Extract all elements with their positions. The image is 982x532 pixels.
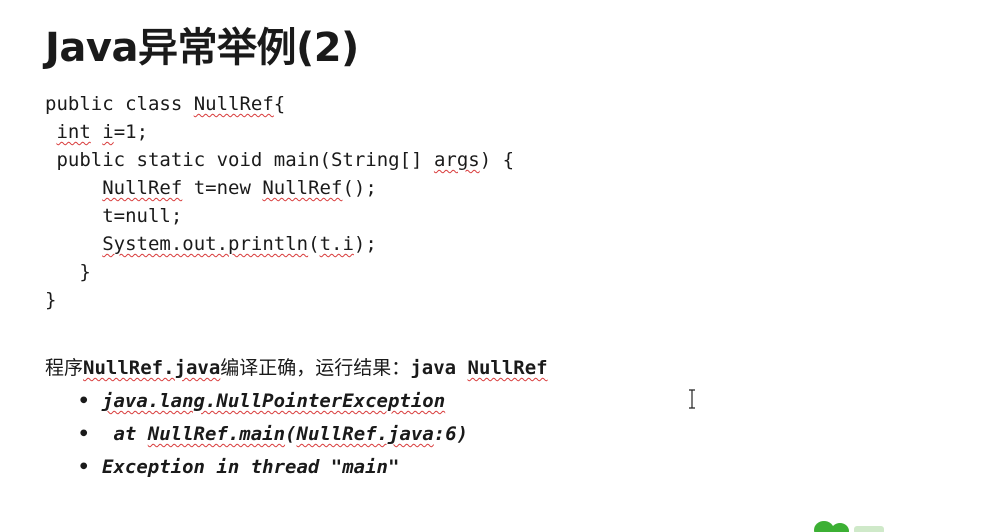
bullet-text: :6) (433, 423, 469, 445)
bullet-item: • Exception in thread "main" (78, 451, 468, 484)
code-line-5: t=null; (45, 205, 183, 227)
result-statement: 程序NullRef.java编译正确，运行结果：java NullRef (45, 354, 548, 382)
code-text-spellchecked: t.i (319, 233, 354, 255)
result-prefix: 程序 (45, 357, 84, 379)
code-text-spellchecked: System.out.println (102, 233, 309, 255)
code-text: ); (353, 233, 377, 255)
code-text: (); (342, 177, 377, 199)
bullet-text-spellchecked: NullRef.main (147, 423, 286, 445)
code-text: { (273, 93, 286, 115)
code-text: t=new (182, 177, 263, 199)
code-line-6: System.out.println(t.i); (45, 230, 514, 258)
slide-title: Java异常举例(2) (45, 25, 359, 71)
text-cursor-icon (689, 389, 695, 409)
code-block: public class NullRef{ int i=1; public st… (45, 90, 514, 314)
code-text: public static void main(String[] (45, 149, 434, 171)
code-text-spellchecked: int (56, 121, 91, 143)
code-text-spellchecked: NullRef (262, 177, 343, 199)
code-line-1: public class NullRef{ (45, 90, 514, 118)
code-text-spellchecked: NullRef (193, 93, 274, 115)
code-text-spellchecked: args (433, 149, 480, 171)
code-line-3: public static void main(String[] args) { (45, 146, 514, 174)
code-line-4: NullRef t=new NullRef(); (45, 174, 514, 202)
code-text-spellchecked: NullRef (102, 177, 183, 199)
bullet-text: Exception in thread "main" (102, 456, 400, 478)
result-middle: 编译正确，运行结果： (220, 357, 411, 379)
bullet-dot-icon: • (78, 423, 90, 445)
output-bullet-list: • java.lang.NullPointerException • at Nul… (78, 385, 468, 484)
code-line-8: } (45, 289, 57, 311)
bullet-item: • java.lang.NullPointerException (78, 385, 468, 418)
watermark-logo-icon (814, 521, 884, 532)
code-text: =1; (113, 121, 149, 143)
code-line-2: int i=1; (45, 118, 514, 146)
code-text: public class (45, 93, 194, 115)
bullet-text: java.lang.NullPointerException (102, 390, 446, 412)
code-text: ( (308, 233, 320, 255)
bullet-text-spellchecked: NullRef.java (296, 423, 434, 445)
bullet-item: • at NullRef.main(NullRef.java:6) (78, 418, 468, 451)
code-line-7: } (45, 261, 91, 283)
bullet-dot-icon: • (78, 390, 90, 412)
bullet-text: at (102, 423, 148, 445)
bullet-dot-icon: • (78, 456, 90, 478)
result-command-class: NullRef (467, 357, 548, 379)
result-command: java (410, 357, 468, 379)
bullet-text: ( (285, 423, 297, 445)
code-text: ) { (479, 149, 515, 171)
result-filename: NullRef.java (83, 357, 221, 379)
code-text-spellchecked: i (102, 121, 114, 143)
